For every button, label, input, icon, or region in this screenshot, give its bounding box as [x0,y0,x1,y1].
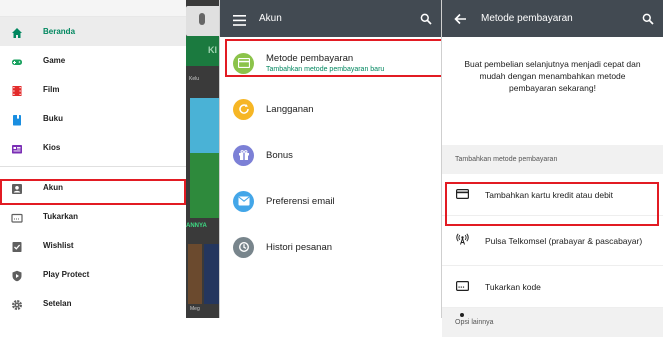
section-header-add-payment: Tambahkan metode pembayaran [442,145,663,174]
category-tab-bar: KI [186,36,219,66]
app-bar: Metode pembayaran [442,0,663,37]
search-icon[interactable] [642,12,654,30]
intro-text: Buat pembelian selanjutnya menjadi cepat… [464,59,641,93]
category-tab-label: KI [208,45,217,55]
menu-icon[interactable] [233,13,246,31]
book-icon [11,113,23,125]
highlight-box-telkomsel [445,182,659,226]
drawer-item-film[interactable]: Film [0,75,186,104]
newsstand-icon [11,142,23,154]
app-card[interactable] [188,244,202,304]
history-icon [233,236,254,258]
category-label: Kelu [189,76,200,82]
drawer-item-play-protect[interactable]: Play Protect [0,260,186,289]
gamepad-icon [11,55,23,67]
drawer-item-label: Beranda [43,27,76,36]
drawer-divider [0,166,186,167]
page-title: Akun [259,13,282,24]
account-item-email-preferences[interactable]: Preferensi email [220,178,441,224]
drawer-item-label: Film [43,85,60,94]
drawer-item-label: Setelan [43,299,72,308]
more-options-dot [460,313,464,317]
account-item-label: Langganan [266,103,314,115]
account-item-label: Bonus [266,149,293,161]
home-icon [11,26,23,38]
email-icon [233,190,254,212]
drawer-item-game[interactable]: Game [0,46,186,75]
navigation-drawer-screen: KI Kelu ANNYA Meg Beranda Game Film Buku… [0,0,219,318]
drawer-item-label: Play Protect [43,270,90,279]
film-icon [11,84,23,96]
highlight-box-akun [0,179,186,205]
gift-icon [233,144,254,166]
drawer-item-setelan[interactable]: Setelan [0,289,186,318]
drawer-item-label: Tukarkan [43,212,78,221]
drawer-item-kios[interactable]: Kios [0,133,186,162]
drawer-item-label: Kios [43,143,61,152]
redeem-code-icon [456,278,470,296]
background-store-page: KI Kelu ANNYA Meg [186,0,219,318]
account-item-order-history[interactable]: Histori pesanan [220,224,441,270]
app-bar: Akun [220,0,441,37]
app-card-label: Meg [190,306,200,312]
drawer-menu: Beranda Game Film Buku Kios Akun Tukarka… [0,0,186,318]
back-arrow-icon[interactable] [454,12,467,30]
microphone-icon[interactable] [199,13,205,25]
subscription-icon [233,98,254,120]
drawer-item-label: Wishlist [43,241,74,250]
drawer-item-beranda[interactable]: Beranda [0,17,186,46]
account-item-bonus[interactable]: Bonus [220,132,441,178]
search-icon[interactable] [420,12,432,30]
wishlist-icon [11,240,23,252]
carrier-billing-icon [456,232,469,250]
gear-icon [11,298,23,310]
payment-option-label: Pulsa Telkomsel (prabayar & pascabayar) [485,235,643,246]
drawer-item-label: Buku [43,114,63,123]
account-item-label: Preferensi email [266,195,335,207]
drawer-item-wishlist[interactable]: Wishlist [0,231,186,260]
drawer-item-buku[interactable]: Buku [0,104,186,133]
section-header-other-options: Opsi lainnya [442,308,663,337]
section-hint: ANNYA [186,223,207,229]
drawer-item-tukarkan[interactable]: Tukarkan [0,202,186,231]
account-item-subscriptions[interactable]: Langganan [220,86,441,132]
app-card[interactable] [204,244,219,304]
page-title: Metode pembayaran [481,13,573,24]
redeem-icon [11,211,23,223]
featured-card[interactable] [190,98,219,218]
drawer-item-label: Game [43,56,66,65]
drawer-header [0,0,186,17]
account-item-label: Histori pesanan [266,241,333,253]
payment-option-label: Tukarkan kode [485,281,541,292]
shield-icon [11,269,23,281]
highlight-box-payment-methods [225,39,444,77]
payment-option-redeem-code[interactable]: Tukarkan kode [442,266,663,308]
payment-methods-screen: Metode pembayaran Buat pembelian selanju… [441,0,663,337]
